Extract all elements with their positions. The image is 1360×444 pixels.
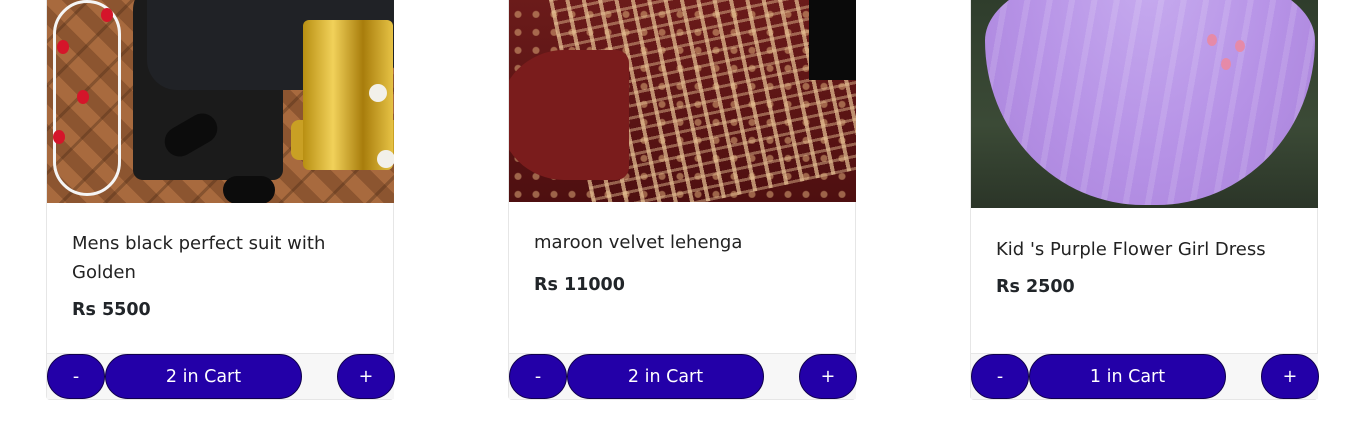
product-card: maroon velvet lehenga Rs 11000 - 2 in Ca… <box>508 0 857 400</box>
decrease-quantity-button[interactable]: - <box>971 354 1029 399</box>
flower-decor <box>1207 34 1217 46</box>
product-price: Rs 11000 <box>534 275 625 295</box>
in-cart-button[interactable]: 2 in Cart <box>105 354 302 399</box>
increase-quantity-button[interactable]: + <box>799 354 857 399</box>
flower-decor <box>57 40 69 54</box>
in-cart-button[interactable]: 2 in Cart <box>567 354 764 399</box>
card-body: Mens black perfect suit with Golden Rs 5… <box>72 229 373 320</box>
decrease-quantity-button[interactable]: - <box>509 354 567 399</box>
background-decor <box>809 0 856 80</box>
flower-decor <box>53 130 65 144</box>
increase-quantity-button[interactable]: + <box>1261 354 1319 399</box>
product-price: Rs 5500 <box>72 300 151 320</box>
product-title: maroon velvet lehenga <box>534 232 743 253</box>
flower-decor <box>1235 40 1245 52</box>
product-card: Kid 's Purple Flower Girl Dress Rs 2500 … <box>970 0 1319 400</box>
cart-controls: - 2 in Cart + <box>47 353 395 399</box>
shoe-decor <box>223 176 275 203</box>
product-title: Kid 's Purple Flower Girl Dress <box>996 239 1266 260</box>
card-body: maroon velvet lehenga Rs 11000 <box>534 228 835 295</box>
fabric-fold-decor <box>509 50 629 180</box>
product-title: Mens black perfect suit with Golden <box>72 233 326 283</box>
cart-controls: - 1 in Cart + <box>971 353 1319 399</box>
product-image[interactable] <box>47 0 394 203</box>
cart-controls: - 2 in Cart + <box>509 353 857 399</box>
product-price: Rs 2500 <box>996 277 1075 297</box>
increase-quantity-button[interactable]: + <box>337 354 395 399</box>
product-image[interactable] <box>509 0 856 202</box>
flower-decor <box>101 8 113 22</box>
decrease-quantity-button[interactable]: - <box>47 354 105 399</box>
card-body: Kid 's Purple Flower Girl Dress Rs 2500 <box>996 235 1297 297</box>
flower-decor <box>77 90 89 104</box>
product-image[interactable] <box>971 0 1318 208</box>
flower-decor <box>1221 58 1231 70</box>
dress-skirt-decor <box>985 0 1315 205</box>
product-card: Mens black perfect suit with Golden Rs 5… <box>46 0 395 400</box>
in-cart-button[interactable]: 1 in Cart <box>1029 354 1226 399</box>
flower-decor <box>369 84 387 102</box>
flower-decor <box>377 150 394 168</box>
